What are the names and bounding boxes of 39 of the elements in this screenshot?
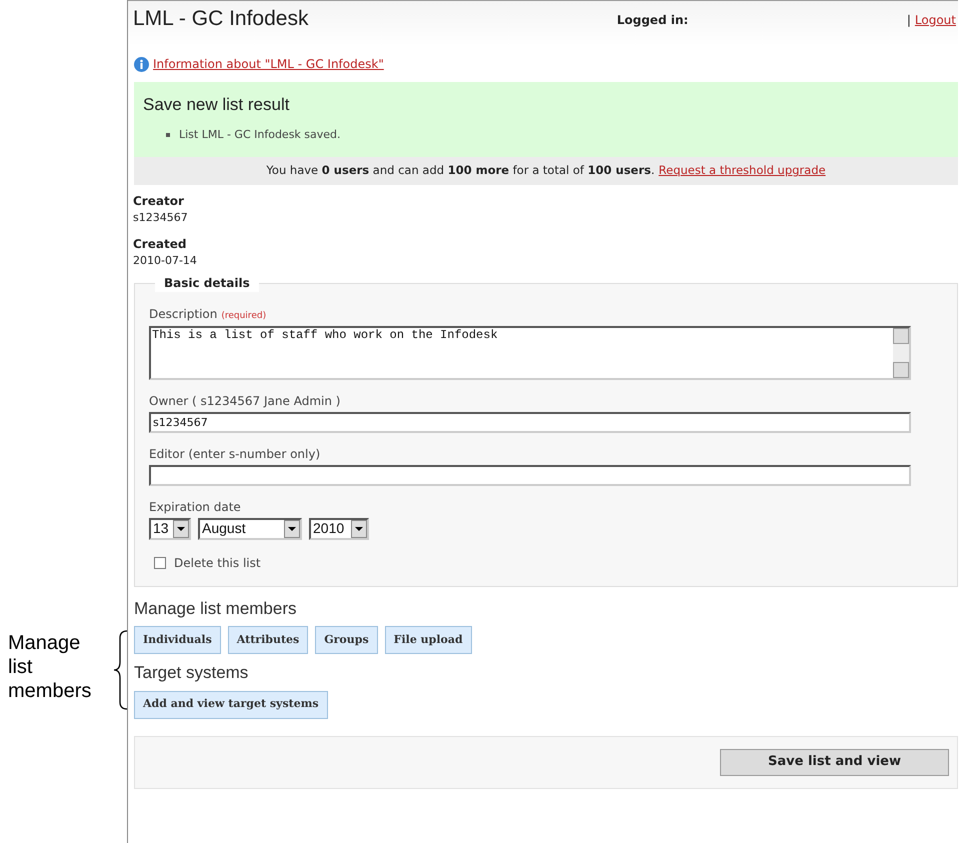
- field-label: Expiration date: [149, 498, 242, 516]
- curly-brace-icon: [112, 630, 128, 710]
- field-label: Editor (enter s-number only): [149, 446, 322, 462]
- section-button[interactable]: Attributes: [228, 626, 308, 654]
- section-button[interactable]: Add and view target systems: [134, 690, 328, 718]
- month-select[interactable]: August: [198, 518, 302, 540]
- logged-in-label: Logged in:: [616, 12, 690, 29]
- separator-text: |: [906, 12, 911, 29]
- page-title: LML - GC Infodesk: [133, 6, 310, 32]
- quota-text: You have 0 users and can add 100 more for a total of 100 users.: [266, 162, 655, 180]
- description-field[interactable]: This is a list of staff who work on the Infodesk: [149, 326, 911, 380]
- save-list-button[interactable]: Save list and view: [720, 748, 949, 776]
- field-label: Owner ( s1234567 Jane Admin ): [149, 392, 342, 410]
- upgrade-link[interactable]: Request a threshold upgrade: [658, 162, 826, 180]
- section-button[interactable]: File upload: [384, 626, 472, 654]
- annotation-text: Manage list members: [8, 631, 92, 703]
- result-message: List LML - GC Infodesk saved.: [179, 126, 341, 142]
- bullet-icon: [166, 132, 170, 137]
- section-heading: Manage list members: [133, 598, 298, 620]
- info-link[interactable]: Information about "LML - GC Infodesk": [153, 55, 384, 73]
- day-select[interactable]: 13: [149, 518, 191, 540]
- logout-link[interactable]: Logout: [914, 11, 956, 29]
- info-icon: [134, 56, 149, 72]
- checkbox[interactable]: [154, 556, 166, 568]
- editor-field[interactable]: [149, 464, 911, 486]
- result-title: Save new list result: [143, 94, 290, 116]
- field-label: Description: [149, 306, 218, 323]
- year-select[interactable]: 2010: [309, 518, 369, 540]
- detail-label: Created: [133, 236, 188, 252]
- section-button[interactable]: Individuals: [134, 626, 221, 654]
- checkbox-label: Delete this list: [174, 554, 261, 572]
- detail-label: Creator: [133, 193, 185, 210]
- section-heading: Target systems: [133, 662, 250, 684]
- scrollbar[interactable]: [893, 328, 909, 378]
- owner-field[interactable]: s1234567: [149, 412, 911, 432]
- required-note: (required): [221, 310, 266, 323]
- section-button[interactable]: Groups: [315, 626, 378, 654]
- detail-value: 2010-07-14: [133, 252, 198, 268]
- detail-value: s1234567: [133, 210, 189, 226]
